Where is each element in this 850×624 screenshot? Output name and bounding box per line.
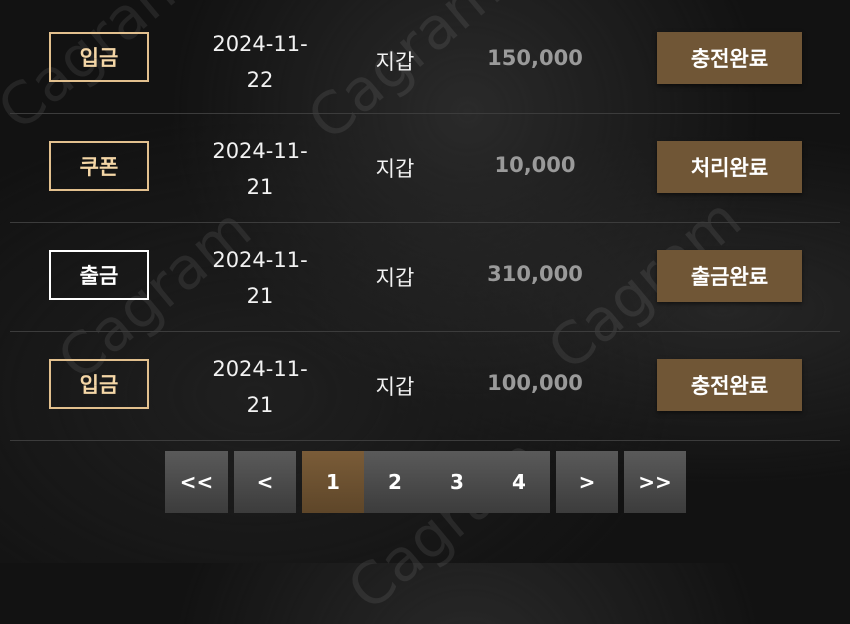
date-line: 22 xyxy=(246,68,274,92)
status-button[interactable]: 출금완료 xyxy=(657,250,802,302)
page-button-3[interactable]: 3 xyxy=(426,451,488,513)
first-page-button[interactable]: << xyxy=(165,451,228,513)
date-line: 2024-11- xyxy=(212,32,308,56)
next-page-button[interactable]: > xyxy=(556,451,618,513)
wallet-cell: 지갑 xyxy=(375,157,415,181)
prev-page-button[interactable]: < xyxy=(234,451,296,513)
date-cell: 2024-11- 21 xyxy=(205,242,315,314)
type-badge: 출금 xyxy=(49,250,149,300)
last-page-button[interactable]: >> xyxy=(624,451,686,513)
page-button-1[interactable]: 1 xyxy=(302,451,364,513)
wallet-cell: 지갑 xyxy=(375,50,415,74)
type-badge: 쿠폰 xyxy=(49,141,149,191)
date-cell: 2024-11- 22 xyxy=(205,26,315,98)
date-cell: 2024-11- 21 xyxy=(205,351,315,423)
table-row: 입금 2024-11- 21 지갑 100,000 충전완료 xyxy=(10,331,840,441)
wallet-cell: 지갑 xyxy=(375,375,415,399)
page-button-2[interactable]: 2 xyxy=(364,451,426,513)
date-line: 21 xyxy=(246,284,274,308)
amount-cell: 10,000 xyxy=(494,153,576,177)
type-badge: 입금 xyxy=(49,359,149,409)
table-row: 입금 2024-11- 22 지갑 150,000 충전완료 xyxy=(10,4,840,114)
amount-cell: 310,000 xyxy=(487,262,583,286)
table-row: 쿠폰 2024-11- 21 지갑 10,000 처리완료 xyxy=(10,113,840,223)
wallet-cell: 지갑 xyxy=(375,266,415,290)
date-cell: 2024-11- 21 xyxy=(205,133,315,205)
date-line: 2024-11- xyxy=(212,357,308,381)
type-badge: 입금 xyxy=(49,32,149,82)
status-button[interactable]: 충전완료 xyxy=(657,359,802,411)
date-line: 2024-11- xyxy=(212,139,308,163)
amount-cell: 100,000 xyxy=(487,371,583,395)
date-line: 21 xyxy=(246,175,274,199)
date-line: 2024-11- xyxy=(212,248,308,272)
pagination: << < 1 2 3 4 > >> xyxy=(0,451,850,513)
amount-cell: 150,000 xyxy=(487,46,583,70)
table-row: 출금 2024-11- 21 지갑 310,000 출금완료 xyxy=(10,222,840,332)
page-button-4[interactable]: 4 xyxy=(488,451,550,513)
status-button[interactable]: 충전완료 xyxy=(657,32,802,84)
date-line: 21 xyxy=(246,393,274,417)
status-button[interactable]: 처리완료 xyxy=(657,141,802,193)
